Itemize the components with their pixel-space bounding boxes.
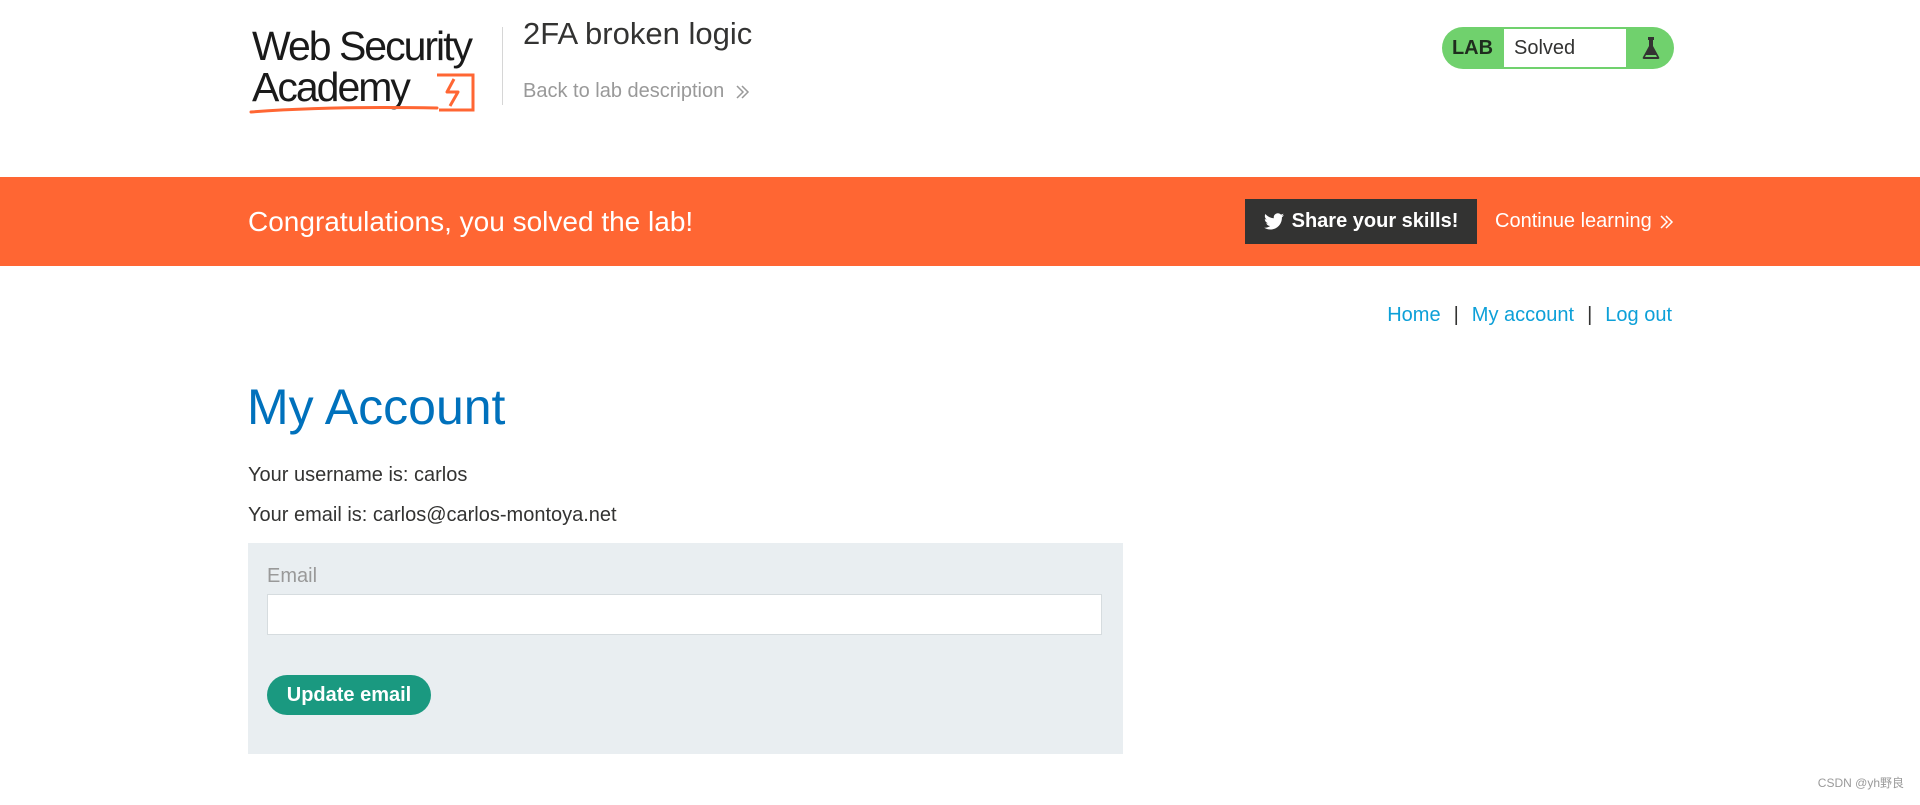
flask-icon xyxy=(1628,27,1674,69)
email-field-label: Email xyxy=(267,565,318,587)
continue-learning-label: Continue learning xyxy=(1495,210,1652,232)
lab-status-label: LAB xyxy=(1451,37,1494,59)
top-nav: Home | My account | Log out xyxy=(1387,304,1672,327)
logo-text-line1: Web Security xyxy=(252,23,474,69)
page: Web Security Academy 2FA broken logic Ba… xyxy=(0,0,1920,805)
header: Web Security Academy 2FA broken logic Ba… xyxy=(0,0,1920,177)
lab-title: 2FA broken logic xyxy=(523,16,753,51)
email-info: Your email is: carlos@carlos-montoya.net xyxy=(248,504,617,526)
continue-learning-link[interactable]: Continue learning xyxy=(1495,177,1674,266)
double-chevron-right-icon xyxy=(1658,214,1674,230)
logo-text-line2: Academy xyxy=(252,64,411,110)
watermark: CSDN @yh野良 xyxy=(1817,776,1904,790)
web-security-academy-logo[interactable]: Web Security Academy xyxy=(249,22,499,118)
nav-log-out-link[interactable]: Log out xyxy=(1605,304,1672,327)
share-button-label: Share your skills! xyxy=(1291,210,1459,232)
back-link-label: Back to lab description xyxy=(523,80,725,102)
change-email-form: Email Update email xyxy=(248,543,1123,754)
nav-separator: | xyxy=(1453,304,1459,326)
lab-status-widget: LAB Solved xyxy=(1442,27,1674,69)
solved-banner: Congratulations, you solved the lab! Sha… xyxy=(0,177,1920,266)
lab-status-value: Solved xyxy=(1504,29,1626,67)
username-info: Your username is: carlos xyxy=(248,464,468,486)
nav-home-link[interactable]: Home xyxy=(1387,304,1440,327)
twitter-icon xyxy=(1263,213,1284,230)
nav-my-account-link[interactable]: My account xyxy=(1472,304,1574,327)
share-skills-button[interactable]: Share your skills! xyxy=(1245,199,1477,244)
email-field[interactable] xyxy=(267,594,1102,635)
page-title: My Account xyxy=(247,379,506,435)
double-chevron-right-icon xyxy=(734,84,750,100)
back-to-lab-description-link[interactable]: Back to lab description xyxy=(523,80,750,103)
nav-separator: | xyxy=(1587,304,1593,326)
update-email-button[interactable]: Update email xyxy=(267,675,431,715)
banner-message: Congratulations, you solved the lab! xyxy=(248,206,694,237)
header-divider xyxy=(502,27,503,105)
